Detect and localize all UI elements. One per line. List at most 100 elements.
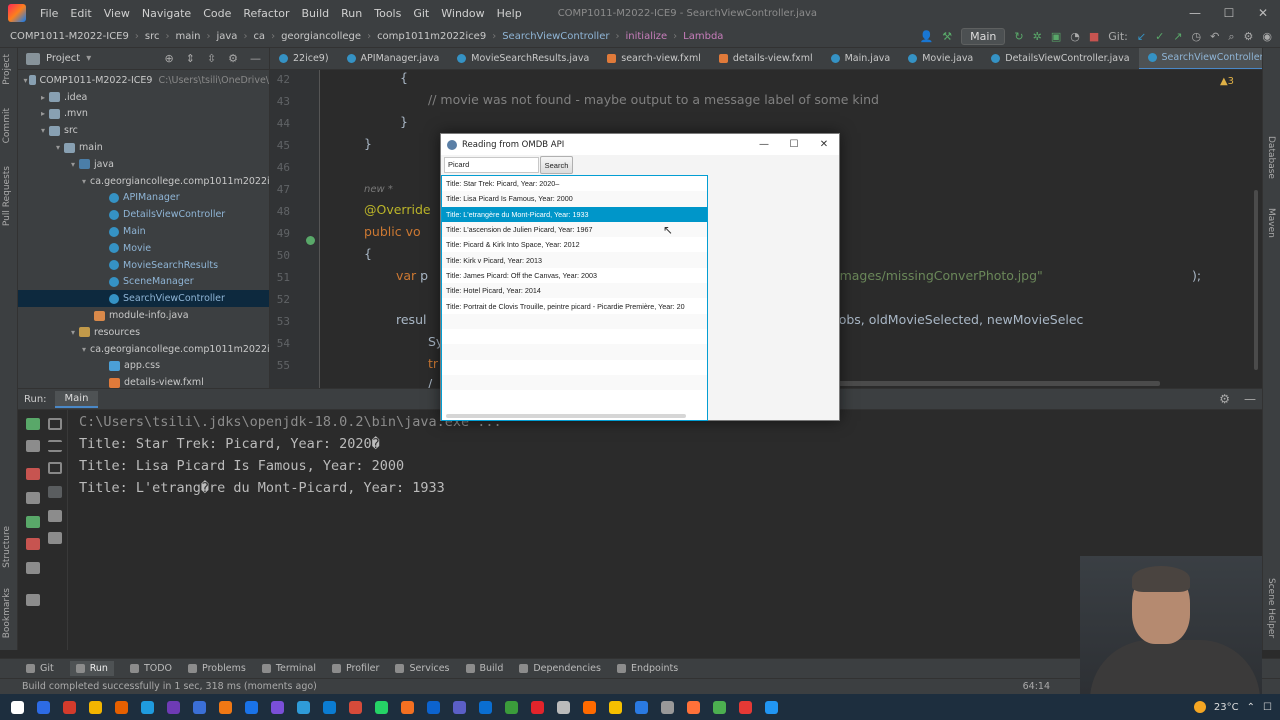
hide-icon[interactable]: — bbox=[250, 52, 261, 65]
search-everywhere-icon[interactable]: ⌕ bbox=[1228, 30, 1234, 44]
maximize-icon[interactable]: ☐ bbox=[1212, 0, 1246, 26]
taskbar-app-icon[interactable] bbox=[602, 694, 628, 720]
pin-icon[interactable] bbox=[26, 594, 40, 606]
menu-window[interactable]: Window bbox=[435, 7, 490, 20]
movie-result-item[interactable]: Title: L'etrangère du Mont-Picard, Year:… bbox=[442, 206, 707, 222]
tree-item[interactable]: MovieSearchResults bbox=[18, 257, 269, 274]
collapse-all-icon[interactable]: ⇳ bbox=[207, 52, 216, 65]
menu-run[interactable]: Run bbox=[335, 7, 368, 20]
taskbar-app-icon[interactable] bbox=[56, 694, 82, 720]
breadcrumb-item[interactable]: src bbox=[145, 31, 164, 42]
run-tab-main[interactable]: Main bbox=[54, 390, 99, 408]
override-marker-icon[interactable] bbox=[306, 236, 315, 245]
movie-result-item[interactable]: Title: Star Trek: Picard, Year: 2020– bbox=[442, 176, 707, 191]
menu-refactor[interactable]: Refactor bbox=[237, 7, 295, 20]
taskbar-app-icon[interactable] bbox=[758, 694, 784, 720]
status-message[interactable]: Build completed successfully in 1 sec, 3… bbox=[22, 681, 317, 692]
menu-git[interactable]: Git bbox=[407, 7, 435, 20]
breadcrumb-item[interactable]: java bbox=[216, 31, 241, 42]
editor-tab[interactable]: SearchViewController.java bbox=[1138, 48, 1262, 69]
wrench-icon[interactable] bbox=[26, 440, 40, 452]
chevron-down-icon[interactable]: ▾ bbox=[67, 328, 79, 337]
dialog-maximize-icon[interactable]: ☐ bbox=[779, 134, 809, 155]
breadcrumb-item[interactable]: initialize bbox=[625, 31, 671, 42]
trash-icon[interactable] bbox=[48, 532, 62, 544]
editor-tab[interactable]: Main.java bbox=[822, 48, 900, 69]
layout-icon[interactable] bbox=[26, 562, 40, 574]
editor-tab[interactable]: DetailsViewController.java bbox=[982, 48, 1138, 69]
chevron-down-icon[interactable]: ▾ bbox=[82, 177, 86, 186]
taskbar-app-icon[interactable] bbox=[420, 694, 446, 720]
menu-build[interactable]: Build bbox=[296, 7, 336, 20]
weather-icon[interactable] bbox=[1193, 701, 1206, 713]
database-tool-button[interactable]: Database bbox=[1266, 136, 1276, 179]
soft-wrap-icon[interactable] bbox=[48, 462, 62, 474]
tree-item[interactable]: app.css bbox=[18, 358, 269, 375]
taskbar-app-icon[interactable] bbox=[342, 694, 368, 720]
tree-item[interactable]: ▾ resources bbox=[18, 324, 269, 341]
tool-window-dependencies[interactable]: Dependencies bbox=[519, 663, 601, 674]
stop-icon[interactable] bbox=[26, 468, 40, 480]
chevron-down-icon[interactable]: ▾ bbox=[67, 160, 79, 169]
taskbar-app-icon[interactable] bbox=[472, 694, 498, 720]
run-hide-icon[interactable]: — bbox=[1244, 392, 1256, 406]
settings-gear-icon[interactable]: ⚙ bbox=[1244, 30, 1254, 43]
project-panel-title[interactable]: Project bbox=[46, 53, 80, 64]
taskbar-app-icon[interactable] bbox=[160, 694, 186, 720]
tree-item[interactable]: module-info.java bbox=[18, 307, 269, 324]
taskbar-app-icon[interactable] bbox=[134, 694, 160, 720]
dialog-close-icon[interactable]: ✕ bbox=[809, 134, 839, 155]
print-icon[interactable] bbox=[48, 510, 62, 522]
exit-icon[interactable] bbox=[26, 538, 40, 550]
tree-item[interactable]: ▾ ca.georgiancollege.comp1011m2022ice9 bbox=[18, 341, 269, 358]
stop-icon[interactable]: ■ bbox=[1089, 30, 1099, 43]
chevron-right-icon[interactable]: ▸ bbox=[37, 93, 49, 102]
tree-item[interactable]: Main bbox=[18, 223, 269, 240]
taskbar-app-icon[interactable] bbox=[706, 694, 732, 720]
taskbar-app-icon[interactable] bbox=[446, 694, 472, 720]
project-tool-button[interactable]: Project bbox=[2, 54, 12, 85]
coverage-icon[interactable] bbox=[26, 516, 40, 528]
editor-tab[interactable]: Movie.java bbox=[899, 48, 982, 69]
debug-icon[interactable]: ✲ bbox=[1033, 30, 1042, 43]
movie-result-item[interactable]: Title: James Picard: Off the Canvas, Yea… bbox=[442, 268, 707, 283]
scene-helper-tool-button[interactable]: Scene Helper bbox=[1266, 578, 1276, 638]
movie-result-item[interactable]: Title: Kirk v Picard, Year: 2013 bbox=[442, 252, 707, 268]
tool-window-run[interactable]: Run bbox=[69, 661, 114, 676]
taskbar-app-icon[interactable] bbox=[394, 694, 420, 720]
network-icon[interactable]: ⌃ bbox=[1247, 702, 1255, 713]
history-icon[interactable]: ◷ bbox=[1192, 30, 1202, 43]
tool-window-profiler[interactable]: Profiler bbox=[331, 663, 379, 674]
tree-item[interactable]: ▾ java bbox=[18, 156, 269, 173]
taskbar-app-icon[interactable] bbox=[654, 694, 680, 720]
warning-count[interactable]: ▲3 bbox=[1220, 76, 1234, 87]
tree-item[interactable]: SearchViewController bbox=[18, 290, 269, 308]
movie-result-item[interactable]: Title: Lisa Picard Is Famous, Year: 2000 bbox=[442, 191, 707, 207]
run-configuration-select[interactable]: Main bbox=[961, 28, 1006, 45]
breadcrumb-item[interactable]: ca bbox=[253, 31, 269, 42]
tool-window-terminal[interactable]: Terminal bbox=[261, 663, 316, 674]
tree-item[interactable]: Movie bbox=[18, 240, 269, 257]
tree-item[interactable]: ▾ ca.georgiancollege.comp1011m2022ice9 bbox=[18, 173, 269, 190]
editor-tab[interactable]: details-view.fxml bbox=[710, 48, 822, 69]
results-horizontal-scrollbar[interactable] bbox=[446, 414, 686, 418]
chevron-down-icon[interactable]: ▾ bbox=[37, 126, 49, 135]
locate-icon[interactable]: ⊕ bbox=[164, 52, 173, 65]
taskbar-app-icon[interactable] bbox=[576, 694, 602, 720]
chevron-down-icon[interactable]: ▾ bbox=[52, 143, 64, 152]
movie-result-item[interactable]: Title: Picard & Kirk Into Space, Year: 2… bbox=[442, 237, 707, 252]
chevron-down-icon[interactable]: ▾ bbox=[82, 345, 86, 354]
bookmarks-tool-button[interactable]: Bookmarks bbox=[2, 588, 12, 638]
structure-tool-button[interactable]: Structure bbox=[2, 526, 12, 568]
search-button[interactable]: Search bbox=[540, 156, 573, 174]
tree-item[interactable]: ▾ main bbox=[18, 139, 269, 156]
menu-code[interactable]: Code bbox=[197, 7, 237, 20]
taskbar-app-icon[interactable] bbox=[108, 694, 134, 720]
dialog-title-bar[interactable]: Reading from OMDB API — ☐ ✕ bbox=[441, 134, 839, 155]
maven-tool-button[interactable]: Maven bbox=[1266, 208, 1276, 238]
chevron-right-icon[interactable]: ▸ bbox=[37, 109, 49, 118]
tree-item[interactable]: SceneManager bbox=[18, 274, 269, 291]
git-commit-icon[interactable]: ✓ bbox=[1155, 30, 1164, 43]
breadcrumb-item[interactable]: georgiancollege bbox=[281, 31, 365, 42]
menu-file[interactable]: File bbox=[34, 7, 64, 20]
